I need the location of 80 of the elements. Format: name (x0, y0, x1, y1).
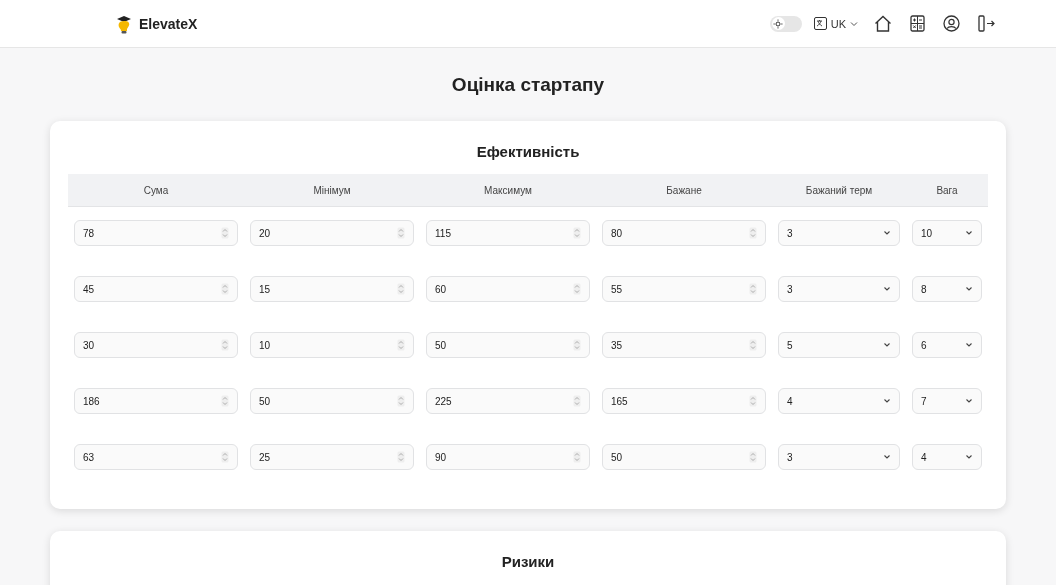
spinner-icon[interactable] (221, 395, 229, 407)
section-title: Ефективність (475, 143, 581, 160)
number-field[interactable]: 10 (250, 332, 414, 358)
number-field[interactable]: 115 (426, 220, 590, 246)
number-field[interactable]: 35 (602, 332, 766, 358)
number-field[interactable]: 15 (250, 276, 414, 302)
calculator-icon[interactable] (910, 15, 925, 32)
number-field[interactable]: 50 (250, 388, 414, 414)
lightbulb-icon (115, 13, 133, 34)
caret-icon (965, 286, 973, 292)
section-title: Ризики (500, 553, 556, 570)
logout-icon[interactable] (978, 15, 996, 32)
select-field[interactable]: 6 (912, 332, 982, 358)
number-field[interactable]: 186 (74, 388, 238, 414)
caret-icon (965, 398, 973, 404)
spinner-icon[interactable] (397, 451, 405, 463)
number-field[interactable]: 30 (74, 332, 238, 358)
spinner-icon[interactable] (221, 451, 229, 463)
spinner-icon[interactable] (573, 227, 581, 239)
spinner-icon[interactable] (221, 339, 229, 351)
number-field[interactable]: 50 (426, 332, 590, 358)
select-field[interactable]: 3 (778, 276, 900, 302)
spinner-icon[interactable] (749, 395, 757, 407)
spinner-icon[interactable] (221, 283, 229, 295)
spinner-icon[interactable] (749, 283, 757, 295)
select-field[interactable]: 4 (778, 388, 900, 414)
language-selector[interactable]: UK (813, 17, 858, 30)
select-field[interactable]: 5 (778, 332, 900, 358)
spinner-icon[interactable] (573, 395, 581, 407)
spinner-icon[interactable] (573, 339, 581, 351)
number-field[interactable]: 63 (74, 444, 238, 470)
number-field[interactable]: 78 (74, 220, 238, 246)
brand-name: ElevateX (139, 15, 198, 32)
caret-icon (965, 230, 973, 236)
spinner-icon[interactable] (397, 283, 405, 295)
number-field[interactable]: 60 (426, 276, 590, 302)
select-field[interactable]: 8 (912, 276, 982, 302)
column-header: Бажане (665, 184, 703, 196)
column-header: Вага (935, 184, 959, 196)
column-header: Сума (142, 184, 170, 196)
spinner-icon[interactable] (397, 395, 405, 407)
number-field[interactable]: 55 (602, 276, 766, 302)
caret-icon (965, 342, 973, 348)
user-icon[interactable] (943, 15, 960, 32)
caret-icon (850, 20, 858, 27)
caret-icon (883, 342, 891, 348)
number-field[interactable]: 50 (602, 444, 766, 470)
column-header: Мінімум (312, 184, 352, 196)
theme-toggle[interactable] (769, 15, 802, 32)
spinner-icon[interactable] (749, 227, 757, 239)
select-field[interactable]: 3 (778, 220, 900, 246)
column-header: Максимум (483, 184, 533, 196)
spinner-icon[interactable] (397, 339, 405, 351)
select-field[interactable]: 3 (778, 444, 900, 470)
page-title: Оцінка стартапу (451, 74, 605, 96)
number-field[interactable]: 80 (602, 220, 766, 246)
caret-icon (883, 454, 891, 460)
select-field[interactable]: 7 (912, 388, 982, 414)
select-field[interactable]: 10 (912, 220, 982, 246)
number-field[interactable]: 25 (250, 444, 414, 470)
number-field[interactable]: 45 (74, 276, 238, 302)
number-field[interactable]: 225 (426, 388, 590, 414)
spinner-icon[interactable] (749, 339, 757, 351)
caret-icon (883, 398, 891, 404)
column-header: Бажаний терм (804, 184, 874, 196)
translate-icon (813, 17, 827, 30)
spinner-icon[interactable] (221, 227, 229, 239)
caret-icon (883, 230, 891, 236)
caret-icon (883, 286, 891, 292)
number-field[interactable]: 165 (602, 388, 766, 414)
spinner-icon[interactable] (573, 283, 581, 295)
select-field[interactable]: 4 (912, 444, 982, 470)
spinner-icon[interactable] (749, 451, 757, 463)
number-field[interactable]: 20 (250, 220, 414, 246)
home-icon[interactable] (874, 15, 892, 32)
sun-icon (773, 18, 784, 29)
number-field[interactable]: 90 (426, 444, 590, 470)
spinner-icon[interactable] (573, 451, 581, 463)
spinner-icon[interactable] (397, 227, 405, 239)
caret-icon (965, 454, 973, 460)
